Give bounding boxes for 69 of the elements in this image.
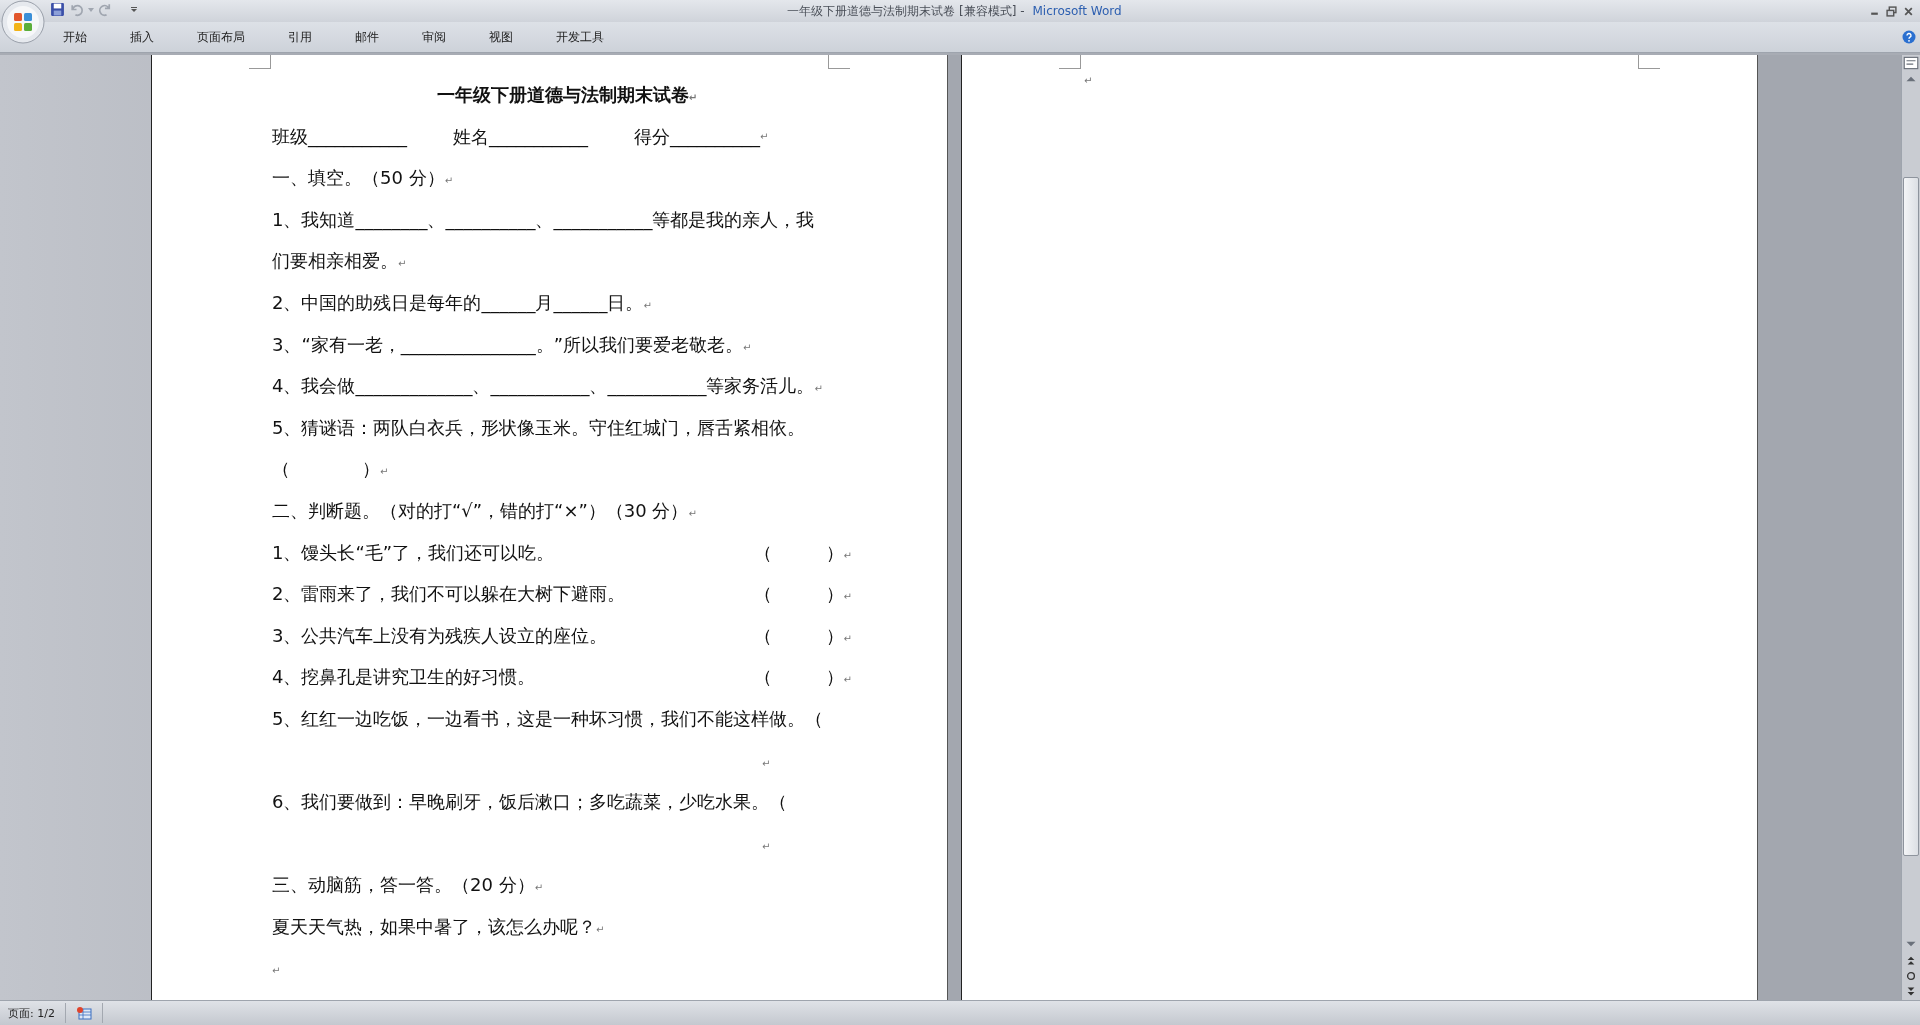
paragraph-mark: ↵ bbox=[688, 507, 697, 519]
answer-parentheses: （ ） bbox=[753, 541, 844, 563]
ribbon-tab[interactable]: 开发工具 bbox=[543, 23, 617, 51]
form-field-label: 姓名___________ bbox=[453, 124, 588, 150]
ribbon-tab[interactable]: 开始 bbox=[50, 23, 100, 51]
paragraph-mark: ↵ bbox=[762, 757, 771, 769]
crop-mark bbox=[1638, 55, 1660, 69]
scrollbar-thumb[interactable] bbox=[1903, 177, 1919, 856]
question-text: 1、馒头长“毛”了，我们还可以吃。 bbox=[272, 540, 555, 565]
paragraph-text: 夏天天气热，如果中暑了，该怎么办呢？ bbox=[272, 915, 596, 937]
paragraph-mark: ↵ bbox=[272, 965, 281, 977]
form-field-label: 得分__________ bbox=[634, 124, 760, 150]
paragraph-text: 二、判断题。（对的打“√”，错的打“×”）（30 分） bbox=[272, 499, 689, 521]
paragraph-text: 2、中国的助残日是每年的______月______日。 bbox=[272, 291, 644, 313]
paragraph-text: 5、猜谜语：两队白衣兵，形状像玉米。守住红城门，唇舌紧相依。 bbox=[272, 416, 806, 438]
crop-mark bbox=[1059, 55, 1081, 69]
answer-parentheses: （ ） bbox=[753, 666, 844, 688]
answer-parentheses: （ ） bbox=[753, 583, 844, 605]
office-logo-icon[interactable] bbox=[1, 0, 45, 44]
paragraph-mark: ↵ bbox=[843, 674, 852, 686]
page-count[interactable]: 页面: 1/2 bbox=[0, 1005, 65, 1021]
ribbon-tab[interactable]: 邮件 bbox=[342, 23, 392, 51]
question-text: 5、红红一边吃饭，一边看书，这是一种坏习惯，我们不能这样做。（ bbox=[272, 707, 824, 729]
paragraph-mark: ↵ bbox=[398, 258, 407, 270]
paragraph-mark: ↵ bbox=[843, 632, 852, 644]
paragraph-text: 3、“家有一老，_______________。”所以我们要爱老敬老。 bbox=[272, 333, 744, 355]
restore-icon[interactable] bbox=[1886, 5, 1897, 17]
paragraph-text: 1、我知道________、__________、___________等都是我的亲人，我 bbox=[272, 208, 815, 230]
question-text: 6、我们要做到：早晚刷牙，饭后漱口；多吃蔬菜，少吃水果。（ bbox=[272, 791, 788, 813]
paragraph-mark: ↵ bbox=[380, 466, 389, 478]
close-icon[interactable] bbox=[1903, 5, 1914, 17]
paragraph-mark: ↵ bbox=[814, 383, 823, 395]
answer-parentheses: （ ） bbox=[753, 624, 844, 646]
paragraph-mark: ↵ bbox=[444, 175, 454, 187]
app-name: Microsoft Word bbox=[1032, 3, 1122, 18]
ribbon-tab[interactable]: 引用 bbox=[275, 23, 325, 51]
ribbon-tab[interactable]: 视图 bbox=[476, 23, 526, 51]
paragraph-mark: ↵ bbox=[843, 549, 852, 561]
paragraph-mark: ↵ bbox=[643, 299, 652, 311]
customize-caret-icon[interactable] bbox=[131, 6, 137, 13]
ribbon-tab[interactable]: 审阅 bbox=[409, 23, 459, 51]
paragraph-mark: ↵ bbox=[762, 840, 771, 852]
paragraph-mark: ↵ bbox=[534, 882, 544, 894]
paragraph-text: 一、填空。（50 分） bbox=[272, 167, 445, 189]
paragraph-mark: ↵ bbox=[1084, 75, 1093, 86]
ribbon-tab[interactable]: 页面布局 bbox=[184, 23, 258, 51]
question-text: 2、雷雨来了，我们不可以躲在大树下避雨。 bbox=[272, 582, 626, 607]
crop-mark bbox=[828, 55, 850, 69]
paragraph-text: （ ） bbox=[272, 458, 380, 480]
paragraph-mark: ↵ bbox=[596, 923, 605, 935]
paragraph-mark: ↵ bbox=[760, 129, 769, 144]
ribbon-tab[interactable]: 插入 bbox=[117, 23, 167, 51]
crop-mark bbox=[249, 55, 271, 69]
form-field-label: 班级___________ bbox=[272, 124, 407, 150]
help-icon[interactable] bbox=[1902, 30, 1916, 44]
vertical-scrollbar[interactable] bbox=[1901, 55, 1920, 1000]
save-icon[interactable] bbox=[50, 2, 65, 17]
paragraph-text: 4、我会做_____________、___________、___________等家务活儿。 bbox=[272, 375, 815, 397]
question-text: 3、公共汽车上没有为残疾人设立的座位。 bbox=[272, 623, 608, 648]
paragraph-text: 三、动脑筋，答一答。（20 分） bbox=[272, 874, 535, 896]
macro-record-icon[interactable] bbox=[75, 1006, 92, 1020]
paragraph-mark: ↵ bbox=[743, 341, 752, 353]
ruler-icon[interactable] bbox=[1902, 55, 1920, 71]
window-title: 一年级下册道德与法制期末试卷 [兼容模式] - bbox=[787, 3, 1025, 18]
document-title: 一年级下册道德与法制期末试卷 bbox=[436, 84, 689, 105]
question-text: 4、挖鼻孔是讲究卫生的好习惯。 bbox=[272, 665, 536, 690]
paragraph-mark: ↵ bbox=[688, 92, 698, 103]
paragraph-mark: ↵ bbox=[843, 591, 852, 603]
paragraph-text: 们要相亲相爱。 bbox=[272, 250, 398, 272]
